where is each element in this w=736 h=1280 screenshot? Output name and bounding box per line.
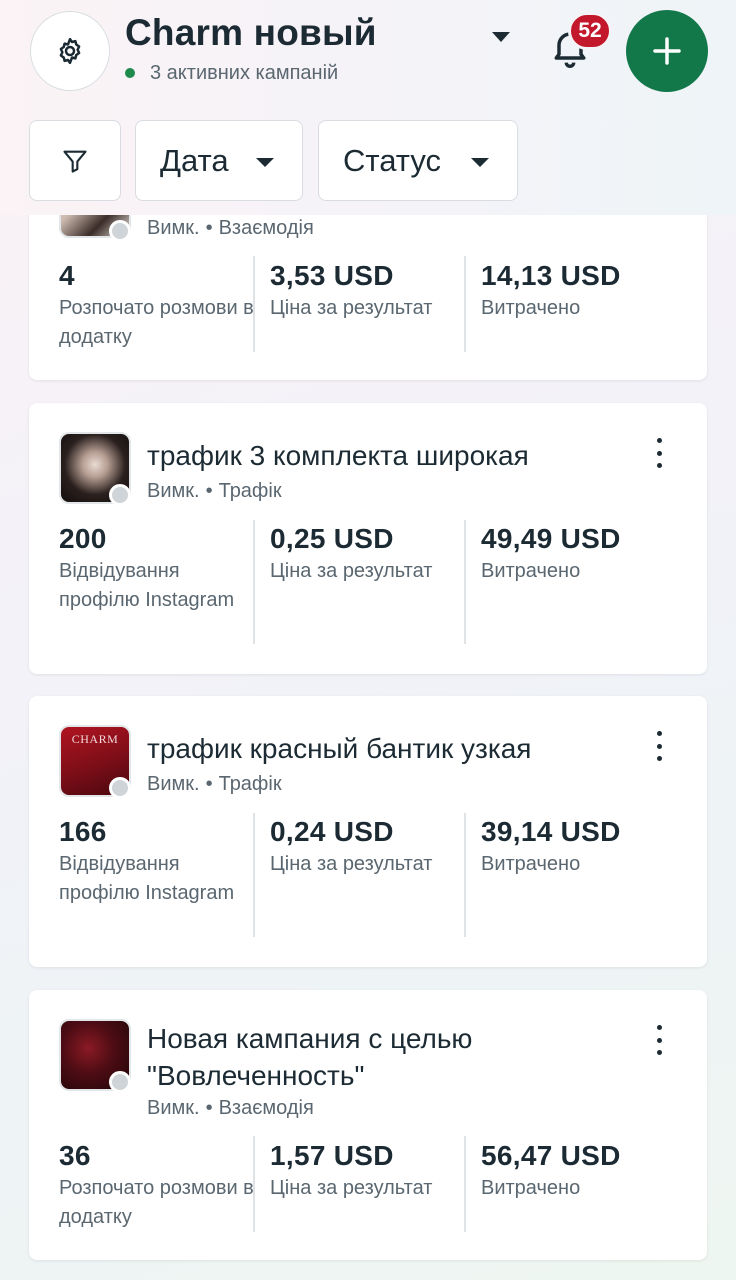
status-dropdown[interactable]: Статус xyxy=(318,120,518,201)
spent-value: 14,13 USD xyxy=(481,260,621,291)
cpr-label: Ціна за результат xyxy=(270,853,433,875)
campaign-title[interactable]: трафик 3 комплекта широкая xyxy=(147,437,529,474)
metric-cost-per-result: 1,57 USD Ціна за результат xyxy=(270,1140,470,1203)
campaign-meta: Вимк. • Взаємодія xyxy=(147,1097,314,1119)
metric-divider xyxy=(464,813,466,937)
more-vertical-icon[interactable] xyxy=(651,438,667,468)
campaign-title[interactable]: Новая кампания с целью "Вовлеченность" xyxy=(147,1020,547,1094)
settings-button[interactable] xyxy=(30,11,110,91)
metric-cost-per-result: 0,25 USD Ціна за результат xyxy=(270,523,470,586)
date-dropdown[interactable]: Дата xyxy=(135,120,303,201)
metric-results: 166 Відвідування профілю Instagram xyxy=(59,816,244,908)
metric-cost-per-result: 0,24 USD Ціна за результат xyxy=(270,816,470,879)
cpr-label: Ціна за результат xyxy=(270,1177,433,1199)
metric-spent: 56,47 USD Витрачено xyxy=(481,1140,681,1203)
metric-spent: 39,14 USD Витрачено xyxy=(481,816,681,879)
active-status-dot xyxy=(125,68,135,78)
metric-results: 4 Розпочато розмови в додатку xyxy=(59,260,259,352)
metric-spent: 14,13 USD Витрачено xyxy=(481,260,681,323)
campaign-status-dot xyxy=(109,484,131,506)
chevron-down-icon xyxy=(471,158,489,167)
campaign-status: Вимк. xyxy=(147,1097,200,1119)
create-campaign-button[interactable] xyxy=(626,10,708,92)
gear-icon xyxy=(59,37,81,65)
campaign-status: Вимк. xyxy=(147,217,200,239)
campaign-title[interactable]: трафик красный бантик узкая xyxy=(147,730,531,767)
cpr-label: Ціна за результат xyxy=(270,297,433,319)
metric-divider xyxy=(253,256,255,352)
results-label: Розпочато розмови в додатку xyxy=(59,1177,254,1228)
spent-value: 39,14 USD xyxy=(481,816,621,847)
cpr-value: 1,57 USD xyxy=(270,1140,394,1171)
chevron-down-icon xyxy=(256,158,274,167)
notifications-badge: 52 xyxy=(568,12,612,50)
results-value: 4 xyxy=(59,260,75,291)
filter-button[interactable] xyxy=(29,120,121,201)
campaign-status-dot xyxy=(109,1071,131,1093)
metric-results: 200 Відвідування профілю Instagram xyxy=(59,523,244,615)
campaign-card[interactable]: Новая кампания с целью "Вовлеченность" В… xyxy=(29,990,707,1260)
campaign-card[interactable]: CHARM трафик красный бантик узкая Вимк. •… xyxy=(29,696,707,967)
chevron-down-icon[interactable] xyxy=(492,32,510,42)
metric-divider xyxy=(253,813,255,937)
status-dropdown-label: Статус xyxy=(343,142,441,178)
metric-cost-per-result: 3,53 USD Ціна за результат xyxy=(270,260,470,323)
top-bar: Charm новый 3 активних кампаній 52 Дата … xyxy=(0,0,736,215)
results-value: 166 xyxy=(59,816,107,847)
spent-value: 56,47 USD xyxy=(481,1140,621,1171)
metric-spent: 49,49 USD Витрачено xyxy=(481,523,681,586)
metric-divider xyxy=(253,1136,255,1232)
spent-label: Витрачено xyxy=(481,297,581,319)
campaign-status: Вимк. xyxy=(147,773,200,795)
thumbnail-logo: CHARM xyxy=(71,732,119,746)
spent-value: 49,49 USD xyxy=(481,523,621,554)
results-label: Відвідування профілю Instagram xyxy=(59,560,235,611)
results-label: Відвідування профілю Instagram xyxy=(59,853,235,904)
campaign-meta: Вимк. • Трафік xyxy=(147,480,282,502)
campaign-objective: Взаємодія xyxy=(218,1097,314,1119)
results-value: 36 xyxy=(59,1140,91,1171)
spent-label: Витрачено xyxy=(481,1177,581,1199)
filter-icon xyxy=(63,150,87,173)
campaign-status-dot xyxy=(109,220,131,242)
cpr-value: 0,25 USD xyxy=(270,523,394,554)
campaign-objective: Трафік xyxy=(218,773,282,795)
metric-divider xyxy=(253,520,255,644)
metric-divider xyxy=(464,256,466,352)
spent-label: Витрачено xyxy=(481,560,581,582)
campaign-objective: Взаємодія xyxy=(218,217,314,239)
active-campaigns-count: 3 активних кампаній xyxy=(150,62,339,84)
more-vertical-icon[interactable] xyxy=(651,731,667,761)
date-dropdown-label: Дата xyxy=(160,142,229,178)
metric-divider xyxy=(464,1136,466,1232)
results-label: Розпочато розмови в додатку xyxy=(59,297,254,348)
more-vertical-icon[interactable] xyxy=(651,1025,667,1055)
campaign-status-dot xyxy=(109,777,131,799)
plus-icon xyxy=(653,37,681,65)
metric-divider xyxy=(464,520,466,644)
metric-results: 36 Розпочато розмови в додатку xyxy=(59,1140,259,1232)
cpr-value: 0,24 USD xyxy=(270,816,394,847)
cpr-label: Ціна за результат xyxy=(270,560,433,582)
spent-label: Витрачено xyxy=(481,853,581,875)
campaign-meta: Вимк. • Взаємодія xyxy=(147,217,314,239)
results-value: 200 xyxy=(59,523,107,554)
campaign-card[interactable]: трафик 3 комплекта широкая Вимк. • Трафік … xyxy=(29,403,707,674)
cpr-value: 3,53 USD xyxy=(270,260,394,291)
campaign-status: Вимк. xyxy=(147,480,200,502)
campaign-objective: Трафік xyxy=(218,480,282,502)
campaign-meta: Вимк. • Трафік xyxy=(147,773,282,795)
account-title[interactable]: Charm новый xyxy=(125,12,377,54)
